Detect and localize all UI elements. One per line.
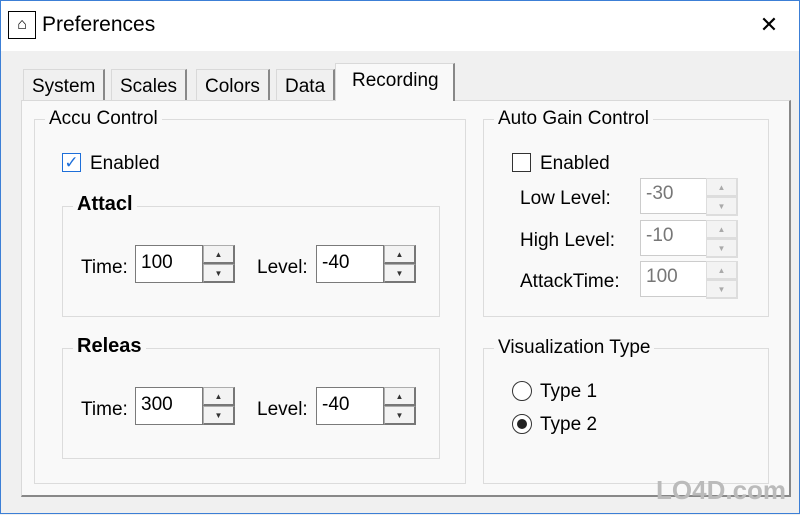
agc-enabled-label: Enabled [540,153,610,174]
tab-recording[interactable]: Recording [335,63,455,101]
high-level-spinner[interactable]: ▲ ▼ [706,220,738,258]
low-level-spinner[interactable]: ▲ ▼ [706,178,738,216]
agc-attack-time-input[interactable]: 100 [640,261,708,297]
release-level-spinner[interactable]: ▲ ▼ [384,387,416,425]
title-bar: ⌂ Preferences ✕ [1,1,799,51]
type-1-radio[interactable] [512,381,532,401]
close-icon: ✕ [759,12,779,37]
tab-system[interactable]: System [23,69,106,101]
spin-down-icon[interactable]: ▼ [203,264,235,283]
auto-gain-control-group: Auto Gain Control Enabled Low Level: -30… [483,108,769,317]
tab-scales[interactable]: Scales [111,69,188,101]
app-logo-icon: ⌂ [8,11,36,39]
attack-level-input[interactable]: -40 [316,245,384,283]
agc-enabled-checkbox[interactable] [512,153,531,172]
visualization-type-group: Visualization Type Type 1 Type 2 [483,337,769,484]
spin-down-icon[interactable]: ▼ [203,406,235,425]
accu-enabled-checkbox[interactable]: ✓ [62,153,81,172]
watermark: LO4D.com [656,475,787,505]
spin-up-icon[interactable]: ▲ [203,387,235,406]
release-level-input[interactable]: -40 [316,387,384,425]
attack-time-label: AttackTime: [520,271,620,292]
group-label: Attacl [73,193,137,216]
preferences-window: ⌂ Preferences ✕ System Scales Colors Dat… [0,0,800,514]
close-button[interactable]: ✕ [749,9,789,41]
type-2-label: Type 2 [540,414,598,435]
agc-attack-time-spinner[interactable]: ▲ ▼ [706,261,738,299]
spin-up-icon[interactable]: ▲ [384,245,416,264]
low-level-input[interactable]: -30 [640,178,708,214]
spin-up-icon[interactable]: ▲ [706,220,738,239]
spin-down-icon[interactable]: ▼ [706,239,738,258]
release-time-label: Time: [81,399,128,420]
release-time-spinner[interactable]: ▲ ▼ [203,387,235,425]
spin-up-icon[interactable]: ▲ [706,261,738,280]
attack-time-label: Time: [81,257,128,278]
attack-level-label: Level: [257,257,308,278]
spin-down-icon[interactable]: ▼ [384,406,416,425]
group-label: Accu Control [45,108,162,130]
attack-time-spinner[interactable]: ▲ ▼ [203,245,235,283]
spin-down-icon[interactable]: ▼ [384,264,416,283]
group-label: Visualization Type [494,337,655,359]
high-level-input[interactable]: -10 [640,220,708,256]
recording-panel: Accu Control ✓ Enabled Attacl Time: 100 … [21,100,791,497]
attack-group: Attacl Time: 100 ▲ ▼ Level: -40 ▲ ▼ [62,193,440,317]
high-level-label: High Level: [520,230,616,251]
type-2-radio[interactable] [512,414,532,434]
attack-time-input[interactable]: 100 [135,245,203,283]
spin-up-icon[interactable]: ▲ [706,178,738,197]
type-1-label: Type 1 [540,381,598,402]
spin-down-icon[interactable]: ▼ [706,197,738,216]
spin-down-icon[interactable]: ▼ [706,280,738,299]
attack-level-spinner[interactable]: ▲ ▼ [384,245,416,283]
release-group: Releas Time: 300 ▲ ▼ Level: -40 ▲ ▼ [62,335,440,459]
window-title: Preferences [42,13,156,36]
accu-enabled-label: Enabled [90,153,160,174]
accu-control-group: Accu Control ✓ Enabled Attacl Time: 100 … [34,108,466,484]
spin-up-icon[interactable]: ▲ [203,245,235,264]
group-label: Auto Gain Control [494,108,654,130]
release-level-label: Level: [257,399,308,420]
tab-colors[interactable]: Colors [196,69,270,101]
release-time-input[interactable]: 300 [135,387,203,425]
low-level-label: Low Level: [520,188,611,209]
spin-up-icon[interactable]: ▲ [384,387,416,406]
tab-data[interactable]: Data [276,69,336,101]
group-label: Releas [73,335,146,358]
